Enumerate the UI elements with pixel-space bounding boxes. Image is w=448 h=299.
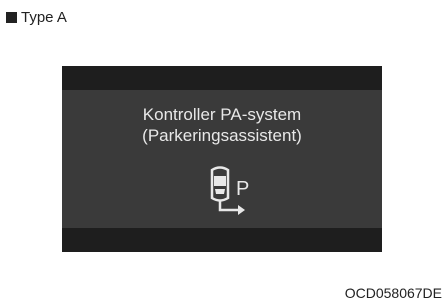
parking-assist-icon: P: [210, 166, 249, 215]
type-label-text: Type A: [21, 9, 67, 26]
square-bullet-icon: [6, 12, 17, 23]
reference-code: OCD058067DE: [344, 285, 442, 299]
parking-letter: P: [236, 178, 249, 200]
cluster-display-screen: Kontroller PA-system (Parkeringsassisten…: [62, 90, 382, 228]
message-line-2: (Parkeringsassistent): [142, 126, 302, 145]
page: Type A Kontroller PA-system (Parkeringsa…: [0, 0, 448, 299]
message-line-1: Kontroller PA-system: [142, 105, 302, 124]
cluster-display-panel: Kontroller PA-system (Parkeringsassisten…: [62, 66, 382, 252]
type-label: Type A: [6, 10, 67, 25]
warning-message: Kontroller PA-system (Parkeringsassisten…: [62, 104, 382, 146]
